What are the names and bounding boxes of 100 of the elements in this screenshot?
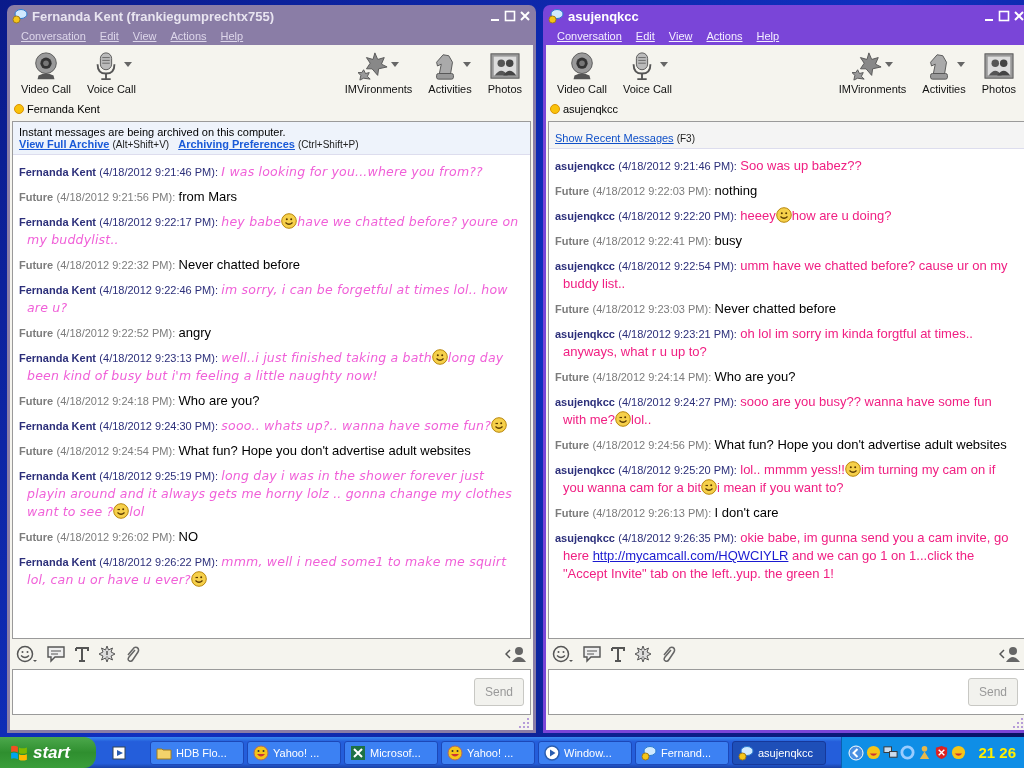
paperclip-icon[interactable] bbox=[124, 645, 140, 663]
menu-item[interactable]: Conversation bbox=[14, 30, 93, 42]
close-icon[interactable] bbox=[519, 10, 531, 22]
shortcut-hint: (Ctrl+Shift+P) bbox=[297, 139, 359, 150]
status-dot-icon bbox=[550, 104, 560, 114]
windows-logo-icon bbox=[10, 743, 28, 762]
contact-icon[interactable] bbox=[999, 645, 1021, 663]
chat-message: Fernanda Kent (4/18/2012 9:22:17 PM): hey babe have we chatted before? youre on my buddylist.. bbox=[19, 213, 520, 249]
caret-icon[interactable] bbox=[462, 61, 471, 67]
smiley-icon bbox=[253, 744, 269, 761]
speech-bubble-icon[interactable] bbox=[582, 645, 602, 663]
toolbar-button[interactable]: Video Call bbox=[16, 49, 76, 99]
toolbar-button[interactable]: Activities bbox=[423, 49, 477, 99]
toolbar-button[interactable]: Video Call bbox=[552, 49, 612, 99]
window-title: Fernanda Kent (frankiegumprechtx755) bbox=[32, 8, 275, 24]
chat-message: Fernanda Kent (4/18/2012 9:21:46 PM): I was looking for you...where you from?? bbox=[19, 163, 484, 181]
chat-message: Future (4/18/2012 9:26:02 PM): NO bbox=[19, 528, 200, 546]
resize-grip-icon[interactable] bbox=[519, 718, 529, 728]
shield-icon[interactable] bbox=[934, 745, 950, 760]
smiley-icon[interactable] bbox=[552, 645, 574, 663]
contact-name: asujenqkcc bbox=[563, 103, 619, 115]
taskbar-button[interactable]: Yahoo! ... bbox=[441, 740, 535, 765]
media-player-icon bbox=[544, 744, 560, 761]
smiley-icon[interactable] bbox=[16, 645, 38, 663]
burst-icon[interactable] bbox=[634, 645, 652, 663]
photo-frame-icon bbox=[488, 51, 521, 81]
link[interactable]: View Full Archive bbox=[19, 138, 110, 150]
taskbar-button[interactable]: Fernand... bbox=[635, 740, 729, 765]
taskbar-button[interactable]: HDB Flo... bbox=[150, 740, 244, 765]
taskbar-button[interactable]: Yahoo! ... bbox=[247, 740, 341, 765]
notice-text: Instant messages are being archived on this computer. bbox=[19, 126, 287, 138]
chat-message: Future (4/18/2012 9:22:52 PM): angry bbox=[19, 324, 213, 342]
contact-icon[interactable] bbox=[505, 645, 527, 663]
chat-message: Fernanda Kent (4/18/2012 9:23:13 PM): well..i just finished taking a bath long day been kind of busy but i'm feeling a little naughty now! bbox=[19, 349, 505, 385]
caret-icon[interactable] bbox=[123, 61, 132, 67]
menu-item[interactable]: View bbox=[125, 30, 164, 42]
network-icon[interactable] bbox=[883, 745, 899, 760]
chat-message: Fernanda Kent (4/18/2012 9:24:30 PM): sooo.. whats up?.. wanna have some fun? bbox=[19, 417, 524, 435]
status-dot-icon bbox=[14, 104, 24, 114]
caret-icon[interactable] bbox=[391, 61, 399, 67]
caret-icon[interactable] bbox=[885, 61, 893, 67]
taskbar-button[interactable]: asujenqkcc bbox=[732, 740, 826, 765]
toolbar-button[interactable]: IMVironments bbox=[833, 49, 912, 99]
menu-item[interactable]: Edit bbox=[92, 30, 126, 42]
chat-message: Future (4/18/2012 9:21:56 PM): from Mars bbox=[19, 188, 239, 206]
menu-item[interactable]: Help bbox=[749, 30, 787, 42]
toolbar-button[interactable]: Photos bbox=[976, 49, 1021, 99]
caret-icon[interactable] bbox=[659, 61, 668, 67]
resize-grip-icon[interactable] bbox=[1013, 718, 1023, 728]
paperclip-icon[interactable] bbox=[660, 645, 676, 663]
chat-message: Future (4/18/2012 9:26:13 PM): I don't care bbox=[555, 504, 780, 522]
link[interactable]: Archiving Preferences bbox=[178, 138, 295, 150]
show-desktop-icon[interactable] bbox=[112, 744, 128, 761]
chat-bubble-icon bbox=[548, 8, 564, 24]
close-icon[interactable] bbox=[1013, 10, 1024, 22]
photo-frame-icon bbox=[982, 51, 1015, 81]
toolbar-button[interactable]: Activities bbox=[917, 49, 971, 99]
contact-name: Fernanda Kent bbox=[27, 103, 100, 115]
chat-bubble-icon bbox=[641, 744, 657, 761]
chat-message: Future (4/18/2012 9:24:18 PM): Who are you? bbox=[19, 392, 261, 410]
winking-smiley-icon bbox=[701, 479, 718, 495]
taskbar-button[interactable]: Window... bbox=[538, 740, 632, 765]
caret-icon[interactable] bbox=[956, 61, 965, 67]
toolbar-button[interactable]: Voice Call bbox=[81, 49, 141, 99]
smiley-icon bbox=[775, 207, 792, 223]
toolbar-button[interactable]: IMVironments bbox=[339, 49, 418, 99]
menu-item[interactable]: Edit bbox=[628, 30, 662, 42]
chat-bubble-icon bbox=[12, 8, 28, 24]
toolbar-button[interactable]: Photos bbox=[482, 49, 527, 99]
chat-message: asujenqkcc (4/18/2012 9:22:54 PM): umm have we chatted before? cause ur on my buddy list.. bbox=[555, 257, 1009, 293]
menu-item[interactable]: View bbox=[661, 30, 700, 42]
taskbar-button[interactable]: Microsof... bbox=[344, 740, 438, 765]
toolbar-button[interactable]: Voice Call bbox=[617, 49, 677, 99]
smiley-icon bbox=[845, 461, 861, 477]
link[interactable]: Show Recent Messages bbox=[555, 132, 674, 144]
menu-item[interactable]: Actions bbox=[163, 30, 214, 42]
menu-item[interactable]: Help bbox=[213, 30, 251, 42]
maximize-icon[interactable] bbox=[504, 10, 516, 22]
smiley-icon bbox=[281, 213, 298, 229]
chevron-left-icon[interactable] bbox=[848, 744, 865, 761]
menu-item[interactable]: Actions bbox=[699, 30, 750, 42]
chat-message: Future (4/18/2012 9:24:56 PM): What fun? Hope you don't advertise adult websites bbox=[555, 436, 1008, 454]
winking-smiley-icon bbox=[113, 503, 130, 519]
chat-message: Fernanda Kent (4/18/2012 9:22:46 PM): im sorry, i can be forgetful at times lol.. how are u? bbox=[19, 281, 509, 317]
font-icon[interactable] bbox=[610, 645, 626, 663]
font-icon[interactable] bbox=[74, 645, 90, 663]
chat-message: asujenqkcc (4/18/2012 9:24:27 PM): sooo are you busy?? wanna have some fun with me? lol.. bbox=[555, 393, 993, 429]
speech-bubble-icon[interactable] bbox=[46, 645, 66, 663]
menu-item[interactable]: Conversation bbox=[550, 30, 629, 42]
start-button[interactable]: start bbox=[0, 737, 96, 768]
winking-smiley-icon bbox=[190, 571, 207, 587]
chat-message: Fernanda Kent (4/18/2012 9:26:22 PM): mmm, well i need some1 to make me squirt lol, can u or have u ever? bbox=[19, 553, 508, 589]
shortcut-hint: (Alt+Shift+V) bbox=[112, 139, 170, 150]
chat-message: Future (4/18/2012 9:24:54 PM): What fun? Hope you don't advertise adult websites bbox=[19, 442, 472, 460]
burst-icon[interactable] bbox=[98, 645, 116, 663]
maximize-icon[interactable] bbox=[998, 10, 1010, 22]
spreadsheet-icon bbox=[350, 744, 366, 761]
link[interactable]: http://mycamcall.com/HQWCIYLR bbox=[592, 548, 789, 563]
winking-smiley-icon bbox=[491, 417, 507, 433]
smiley-icon bbox=[431, 349, 448, 365]
